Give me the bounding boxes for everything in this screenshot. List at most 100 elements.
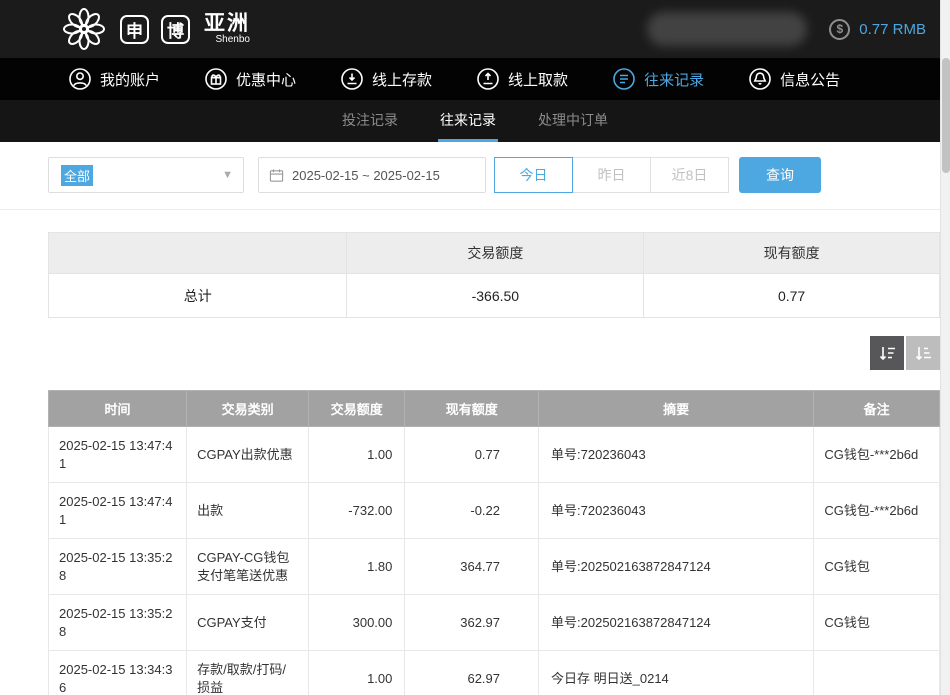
cell-balance: 62.97: [405, 651, 539, 695]
cell-type: CGPAY支付: [187, 595, 309, 651]
tab-processing-orders[interactable]: 处理中订单: [536, 100, 610, 142]
sort-descending-icon: [878, 344, 897, 363]
cell-time: 2025-02-15 13:35:28: [49, 539, 187, 595]
records-icon: [612, 67, 636, 91]
nav-item-transaction-records[interactable]: 往来记录: [612, 67, 704, 91]
col-header-amount: 交易额度: [309, 391, 405, 427]
sort-ascending-button[interactable]: [906, 336, 940, 370]
cell-type: CGPAY出款优惠: [187, 427, 309, 483]
flower-logo-icon: [60, 5, 108, 53]
table-row: 2025-02-15 13:47:41 CGPAY出款优惠 1.00 0.77 …: [49, 427, 940, 483]
date-range-input[interactable]: 2025-02-15 ~ 2025-02-15: [258, 157, 486, 193]
cell-remark: CG钱包-***2b6d: [814, 483, 940, 539]
cell-summary: 今日存 明日送_0214: [539, 651, 814, 695]
sort-ascending-icon: [914, 344, 933, 363]
cell-amount: 1.80: [309, 539, 405, 595]
transactions-body: 2025-02-15 13:47:41 CGPAY出款优惠 1.00 0.77 …: [49, 427, 940, 695]
cell-type: CGPAY-CG钱包支付笔笔送优惠: [187, 539, 309, 595]
cell-balance: 0.77: [405, 427, 539, 483]
calendar-icon: [269, 168, 284, 183]
query-button[interactable]: 查询: [739, 157, 821, 193]
logo-text-cn: 亚洲: [204, 13, 250, 35]
logo-char-shen: 申: [120, 15, 149, 44]
col-header-remark: 备注: [814, 391, 940, 427]
cell-remark: CG钱包-***2b6d: [814, 427, 940, 483]
nav-label: 我的账户: [100, 69, 160, 90]
sort-controls: [48, 336, 940, 370]
tab-betting-records[interactable]: 投注记录: [340, 100, 400, 142]
cell-remark: [814, 651, 940, 695]
transaction-records-page: 申 博 亚洲 Shenbo $ 0.77 RMB 我的账户: [0, 0, 950, 695]
cell-amount: 1.00: [309, 651, 405, 695]
date-range-value: 2025-02-15 ~ 2025-02-15: [292, 168, 440, 183]
logo-char-bo: 博: [161, 15, 190, 44]
summary-current-total: 0.77: [644, 274, 940, 318]
table-row: 2025-02-15 13:34:36 存款/取款/打码/损益 1.00 62.…: [49, 651, 940, 695]
scrollbar-thumb[interactable]: [942, 58, 950, 173]
nav-label: 优惠中心: [236, 69, 296, 90]
cell-time: 2025-02-15 13:35:28: [49, 595, 187, 651]
yesterday-button[interactable]: 昨日: [572, 157, 651, 193]
today-button[interactable]: 今日: [494, 157, 573, 193]
bell-icon: [748, 67, 772, 91]
tab-transaction-records[interactable]: 往来记录: [438, 100, 498, 142]
cell-balance: -0.22: [405, 483, 539, 539]
summary-row: 总计 -366.50 0.77: [49, 274, 940, 318]
record-tabs: 投注记录 往来记录 处理中订单: [0, 100, 950, 142]
cell-balance: 364.77: [405, 539, 539, 595]
section-divider: [0, 209, 950, 210]
summary-total-label: 总计: [49, 274, 347, 318]
table-row: 2025-02-15 13:35:28 CGPAY-CG钱包支付笔笔送优惠 1.…: [49, 539, 940, 595]
summary-header-current: 现有额度: [644, 233, 940, 274]
cell-balance: 362.97: [405, 595, 539, 651]
nav-item-promotions[interactable]: 优惠中心: [204, 67, 296, 91]
cell-type: 出款: [187, 483, 309, 539]
nav-label: 往来记录: [644, 69, 704, 90]
cell-summary: 单号:720236043: [539, 427, 814, 483]
nav-item-withdraw[interactable]: 线上取款: [476, 67, 568, 91]
cell-amount: 300.00: [309, 595, 405, 651]
col-header-summary: 摘要: [539, 391, 814, 427]
transactions-table: 时间 交易类别 交易额度 现有额度 摘要 备注 2025-02-15 13:47…: [48, 390, 940, 695]
cell-time: 2025-02-15 13:47:41: [49, 483, 187, 539]
summary-table: 交易额度 现有额度 总计 -366.50 0.77: [48, 232, 940, 318]
deposit-icon: [340, 67, 364, 91]
last-8-days-button[interactable]: 近8日: [650, 157, 729, 193]
sort-descending-button[interactable]: [870, 336, 904, 370]
cell-remark: CG钱包: [814, 595, 940, 651]
cell-amount: -732.00: [309, 483, 405, 539]
user-icon: [68, 67, 92, 91]
cell-summary: 单号:202502163872847124: [539, 595, 814, 651]
withdraw-icon: [476, 67, 500, 91]
cell-summary: 单号:720236043: [539, 483, 814, 539]
cell-time: 2025-02-15 13:47:41: [49, 427, 187, 483]
nav-item-deposit[interactable]: 线上存款: [340, 67, 432, 91]
nav-label: 信息公告: [780, 69, 840, 90]
top-header-bar: 申 博 亚洲 Shenbo $ 0.77 RMB: [0, 0, 950, 58]
redacted-user-info: [647, 12, 807, 46]
gift-icon: [204, 67, 228, 91]
summary-header-empty: [49, 233, 347, 274]
chevron-down-icon: ▼: [222, 169, 233, 181]
table-row: 2025-02-15 13:35:28 CGPAY支付 300.00 362.9…: [49, 595, 940, 651]
nav-item-announcements[interactable]: 信息公告: [748, 67, 840, 91]
quick-date-buttons: 今日 昨日 近8日: [494, 157, 729, 193]
cell-time: 2025-02-15 13:34:36: [49, 651, 187, 695]
cell-amount: 1.00: [309, 427, 405, 483]
brand-logo[interactable]: 申 博 亚洲 Shenbo: [60, 5, 250, 53]
col-header-balance: 现有额度: [405, 391, 539, 427]
logo-text-en: Shenbo: [216, 35, 250, 46]
main-navigation: 我的账户 优惠中心 线上存款 线上取款 往来记录: [0, 58, 950, 100]
cell-type: 存款/取款/打码/损益: [187, 651, 309, 695]
balance-amount: 0.77 RMB: [859, 21, 926, 38]
table-row: 2025-02-15 13:47:41 出款 -732.00 -0.22 单号:…: [49, 483, 940, 539]
cell-remark: CG钱包: [814, 539, 940, 595]
nav-item-my-account[interactable]: 我的账户: [68, 67, 160, 91]
summary-transaction-total: -366.50: [347, 274, 644, 318]
vertical-scrollbar[interactable]: [940, 0, 950, 695]
type-select[interactable]: 全部 ▼: [48, 157, 244, 193]
nav-label: 线上取款: [508, 69, 568, 90]
filter-bar: 全部 ▼ 2025-02-15 ~ 2025-02-15 今日 昨日 近8日 查…: [0, 142, 950, 193]
type-select-value: 全部: [61, 165, 93, 186]
summary-header-transaction: 交易额度: [347, 233, 644, 274]
